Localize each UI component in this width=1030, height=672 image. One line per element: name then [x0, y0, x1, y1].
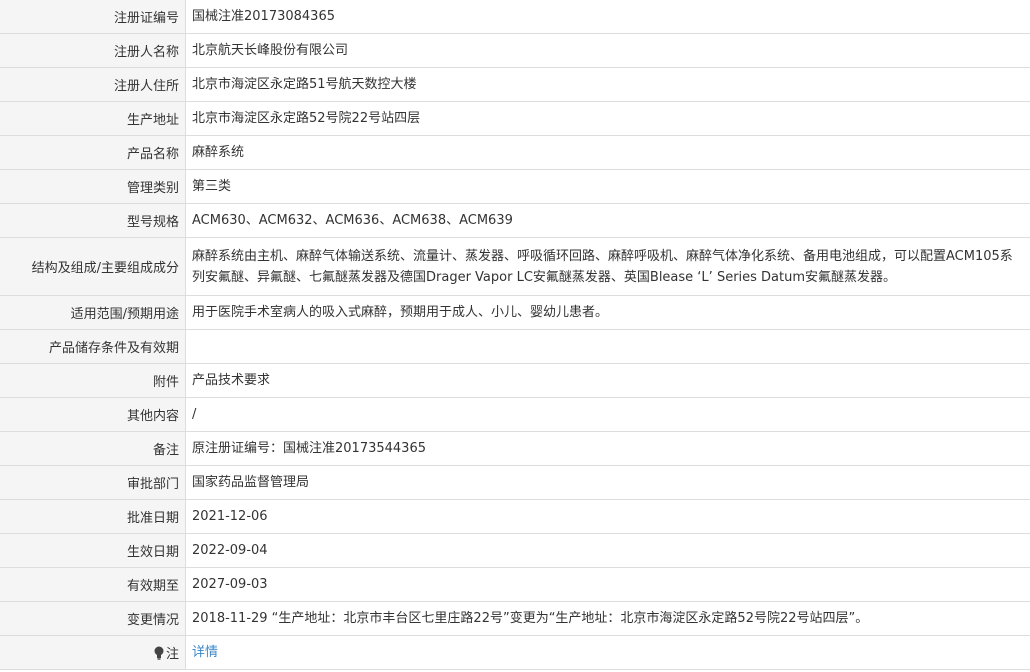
- field-label: 注册人住所: [0, 67, 186, 102]
- row-registration-number: 注册证编号 国械注准20173084365: [0, 0, 1030, 34]
- field-value: 北京市海淀区永定路51号航天数控大楼: [185, 67, 1030, 102]
- row-effective-date: 生效日期 2022-09-04: [0, 533, 1030, 568]
- field-label: 批准日期: [0, 499, 186, 534]
- row-registrant-name: 注册人名称 北京航天长峰股份有限公司: [0, 33, 1030, 68]
- row-intended-use: 适用范围/预期用途 用于医院手术室病人的吸入式麻醉，预期用于成人、小儿、婴幼儿患…: [0, 295, 1030, 330]
- registration-info-table: 注册证编号 国械注准20173084365 注册人名称 北京航天长峰股份有限公司…: [0, 0, 1030, 670]
- field-value: 国械注准20173084365: [185, 0, 1030, 34]
- field-label: 生效日期: [0, 533, 186, 568]
- note-value-cell: 详情: [185, 635, 1030, 670]
- field-label: 适用范围/预期用途: [0, 295, 186, 330]
- field-value: 2027-09-03: [185, 567, 1030, 602]
- field-value: 麻醉系统由主机、麻醉气体输送系统、流量计、蒸发器、呼吸循环回路、麻醉呼吸机、麻醉…: [185, 237, 1030, 296]
- row-approval-date: 批准日期 2021-12-06: [0, 499, 1030, 534]
- field-label: 有效期至: [0, 567, 186, 602]
- field-value: 北京航天长峰股份有限公司: [185, 33, 1030, 68]
- field-value: 产品技术要求: [185, 363, 1030, 398]
- lightbulb-icon: [154, 646, 164, 660]
- field-value: 2021-12-06: [185, 499, 1030, 534]
- row-registrant-address: 注册人住所 北京市海淀区永定路51号航天数控大楼: [0, 67, 1030, 102]
- row-change-history: 变更情况 2018-11-29 “生产地址：北京市丰台区七里庄路22号”变更为“…: [0, 601, 1030, 636]
- field-label: 其他内容: [0, 397, 186, 432]
- row-structure-composition: 结构及组成/主要组成成分 麻醉系统由主机、麻醉气体输送系统、流量计、蒸发器、呼吸…: [0, 237, 1030, 296]
- field-label: 备注: [0, 431, 186, 466]
- field-label: 审批部门: [0, 465, 186, 500]
- row-storage-conditions: 产品储存条件及有效期: [0, 329, 1030, 364]
- row-remarks: 备注 原注册证编号：国械注准20173544365: [0, 431, 1030, 466]
- field-label: 附件: [0, 363, 186, 398]
- field-value: 用于医院手术室病人的吸入式麻醉，预期用于成人、小儿、婴幼儿患者。: [185, 295, 1030, 330]
- field-label: 型号规格: [0, 203, 186, 238]
- field-value: ACM630、ACM632、ACM636、ACM638、ACM639: [185, 203, 1030, 238]
- field-label: 变更情况: [0, 601, 186, 636]
- field-value: 麻醉系统: [185, 135, 1030, 170]
- row-model-spec: 型号规格 ACM630、ACM632、ACM636、ACM638、ACM639: [0, 203, 1030, 238]
- field-value: 2022-09-04: [185, 533, 1030, 568]
- field-value: 2018-11-29 “生产地址：北京市丰台区七里庄路22号”变更为“生产地址：…: [185, 601, 1030, 636]
- details-link[interactable]: 详情: [192, 645, 218, 660]
- row-attachment: 附件 产品技术要求: [0, 363, 1030, 398]
- field-value: [185, 329, 1030, 364]
- field-label: 生产地址: [0, 101, 186, 136]
- field-value: 第三类: [185, 169, 1030, 204]
- field-label: 注册证编号: [0, 0, 186, 34]
- field-value: 北京市海淀区永定路52号院22号站四层: [185, 101, 1030, 136]
- field-label: 结构及组成/主要组成成分: [0, 237, 186, 296]
- field-value: /: [185, 397, 1030, 432]
- row-product-name: 产品名称 麻醉系统: [0, 135, 1030, 170]
- row-note: 注 详情: [0, 635, 1030, 670]
- field-label: 产品名称: [0, 135, 186, 170]
- field-value: 原注册证编号：国械注准20173544365: [185, 431, 1030, 466]
- field-label: 管理类别: [0, 169, 186, 204]
- field-label: 注册人名称: [0, 33, 186, 68]
- note-label: 注: [165, 647, 179, 662]
- row-valid-until: 有效期至 2027-09-03: [0, 567, 1030, 602]
- row-production-address: 生产地址 北京市海淀区永定路52号院22号站四层: [0, 101, 1030, 136]
- row-approval-department: 审批部门 国家药品监督管理局: [0, 465, 1030, 500]
- row-other-content: 其他内容 /: [0, 397, 1030, 432]
- row-management-category: 管理类别 第三类: [0, 169, 1030, 204]
- field-value: 国家药品监督管理局: [185, 465, 1030, 500]
- note-label-cell: 注: [0, 635, 186, 670]
- field-label: 产品储存条件及有效期: [0, 329, 186, 364]
